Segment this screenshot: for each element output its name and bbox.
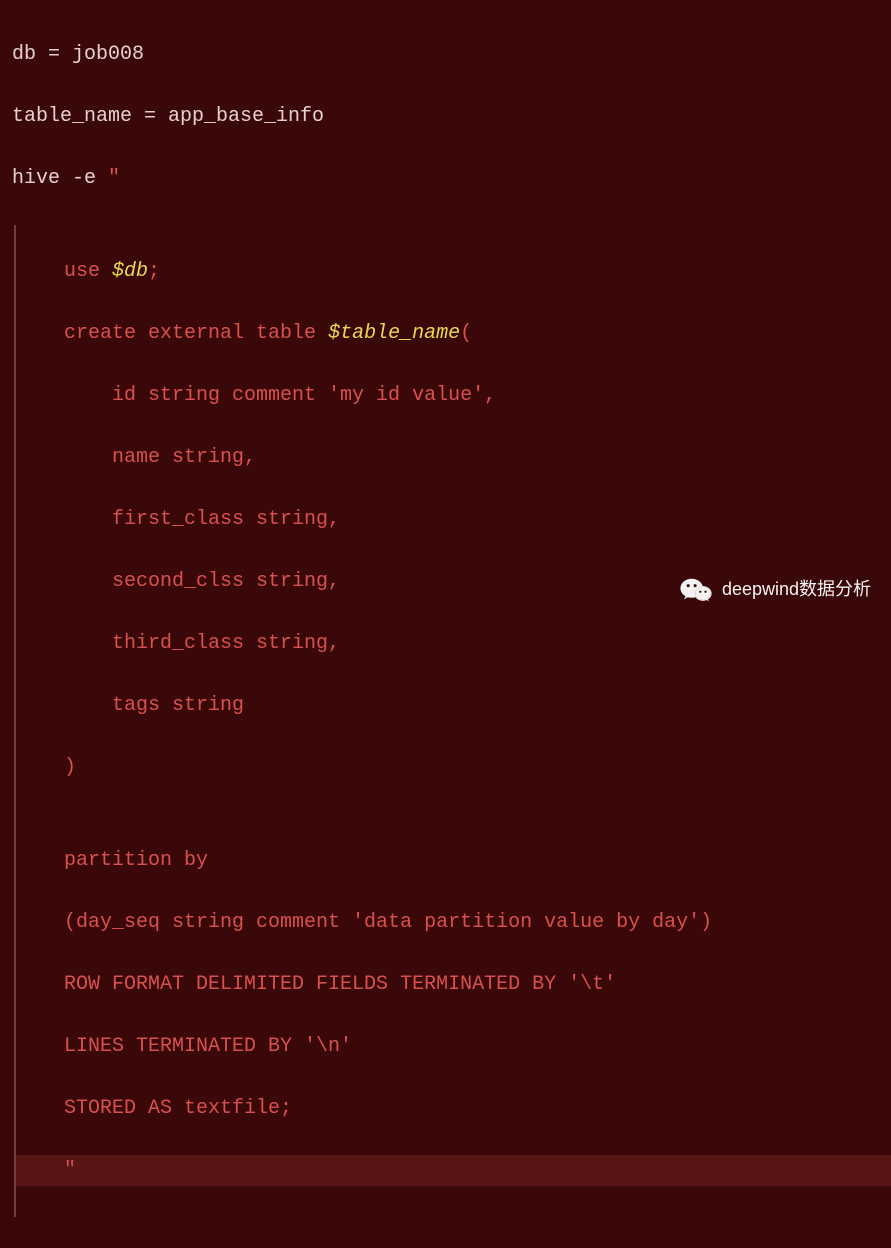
code-text: )	[16, 756, 76, 779]
code-line: hive -e "	[12, 163, 891, 194]
watermark: deepwind数据分析	[680, 576, 871, 604]
variable-token: $table_name	[328, 322, 460, 345]
code-line: table_name = app_base_info	[12, 101, 891, 132]
code-text: third_class string,	[16, 632, 340, 655]
code-text: = app_base_info	[144, 105, 324, 128]
code-line: first_class string,	[16, 504, 891, 535]
code-text: "	[16, 1159, 76, 1182]
code-text: db	[12, 43, 48, 66]
code-line: (day_seq string comment 'data partition …	[16, 907, 891, 938]
code-line: LINES TERMINATED BY '\n'	[16, 1031, 891, 1062]
code-text: (	[460, 322, 472, 345]
code-text: STORED AS textfile;	[16, 1097, 292, 1120]
code-text: tags string	[16, 694, 244, 717]
code-text: first_class string,	[16, 508, 340, 531]
code-line: id string comment 'my id value',	[16, 380, 891, 411]
indent-guide: use $db; create external table $table_na…	[14, 225, 891, 1217]
code-text: use	[16, 260, 112, 283]
code-line: tags string	[16, 690, 891, 721]
watermark-text: deepwind数据分析	[722, 576, 871, 604]
code-text: name string,	[16, 446, 256, 469]
code-text: (day_seq string comment 'data partition …	[16, 911, 712, 934]
code-line: name string,	[16, 442, 891, 473]
code-line: create external table $table_name(	[16, 318, 891, 349]
code-text: = job008	[48, 43, 144, 66]
code-line: ROW FORMAT DELIMITED FIELDS TERMINATED B…	[16, 969, 891, 1000]
code-text: LINES TERMINATED BY '\n'	[16, 1035, 352, 1058]
code-line-active: "	[16, 1155, 891, 1186]
code-line: use $db;	[16, 256, 891, 287]
code-line: )	[16, 752, 891, 783]
code-text: second_clss string,	[16, 570, 340, 593]
code-text: "	[108, 167, 120, 190]
code-line: STORED AS textfile;	[16, 1093, 891, 1124]
code-line: partition by	[16, 845, 891, 876]
code-editor[interactable]: db = job008 table_name = app_base_info h…	[12, 8, 891, 1248]
code-text: ;	[148, 260, 160, 283]
variable-token: $db	[112, 260, 148, 283]
code-text: ROW FORMAT DELIMITED FIELDS TERMINATED B…	[16, 973, 616, 996]
wechat-icon	[680, 577, 712, 603]
code-line: third_class string,	[16, 628, 891, 659]
code-text: create external table	[16, 322, 328, 345]
code-text: id string comment 'my id value',	[16, 384, 496, 407]
code-text: table_name	[12, 105, 144, 128]
code-line: db = job008	[12, 39, 891, 70]
code-text: partition by	[16, 849, 208, 872]
code-text: hive -e	[12, 167, 108, 190]
